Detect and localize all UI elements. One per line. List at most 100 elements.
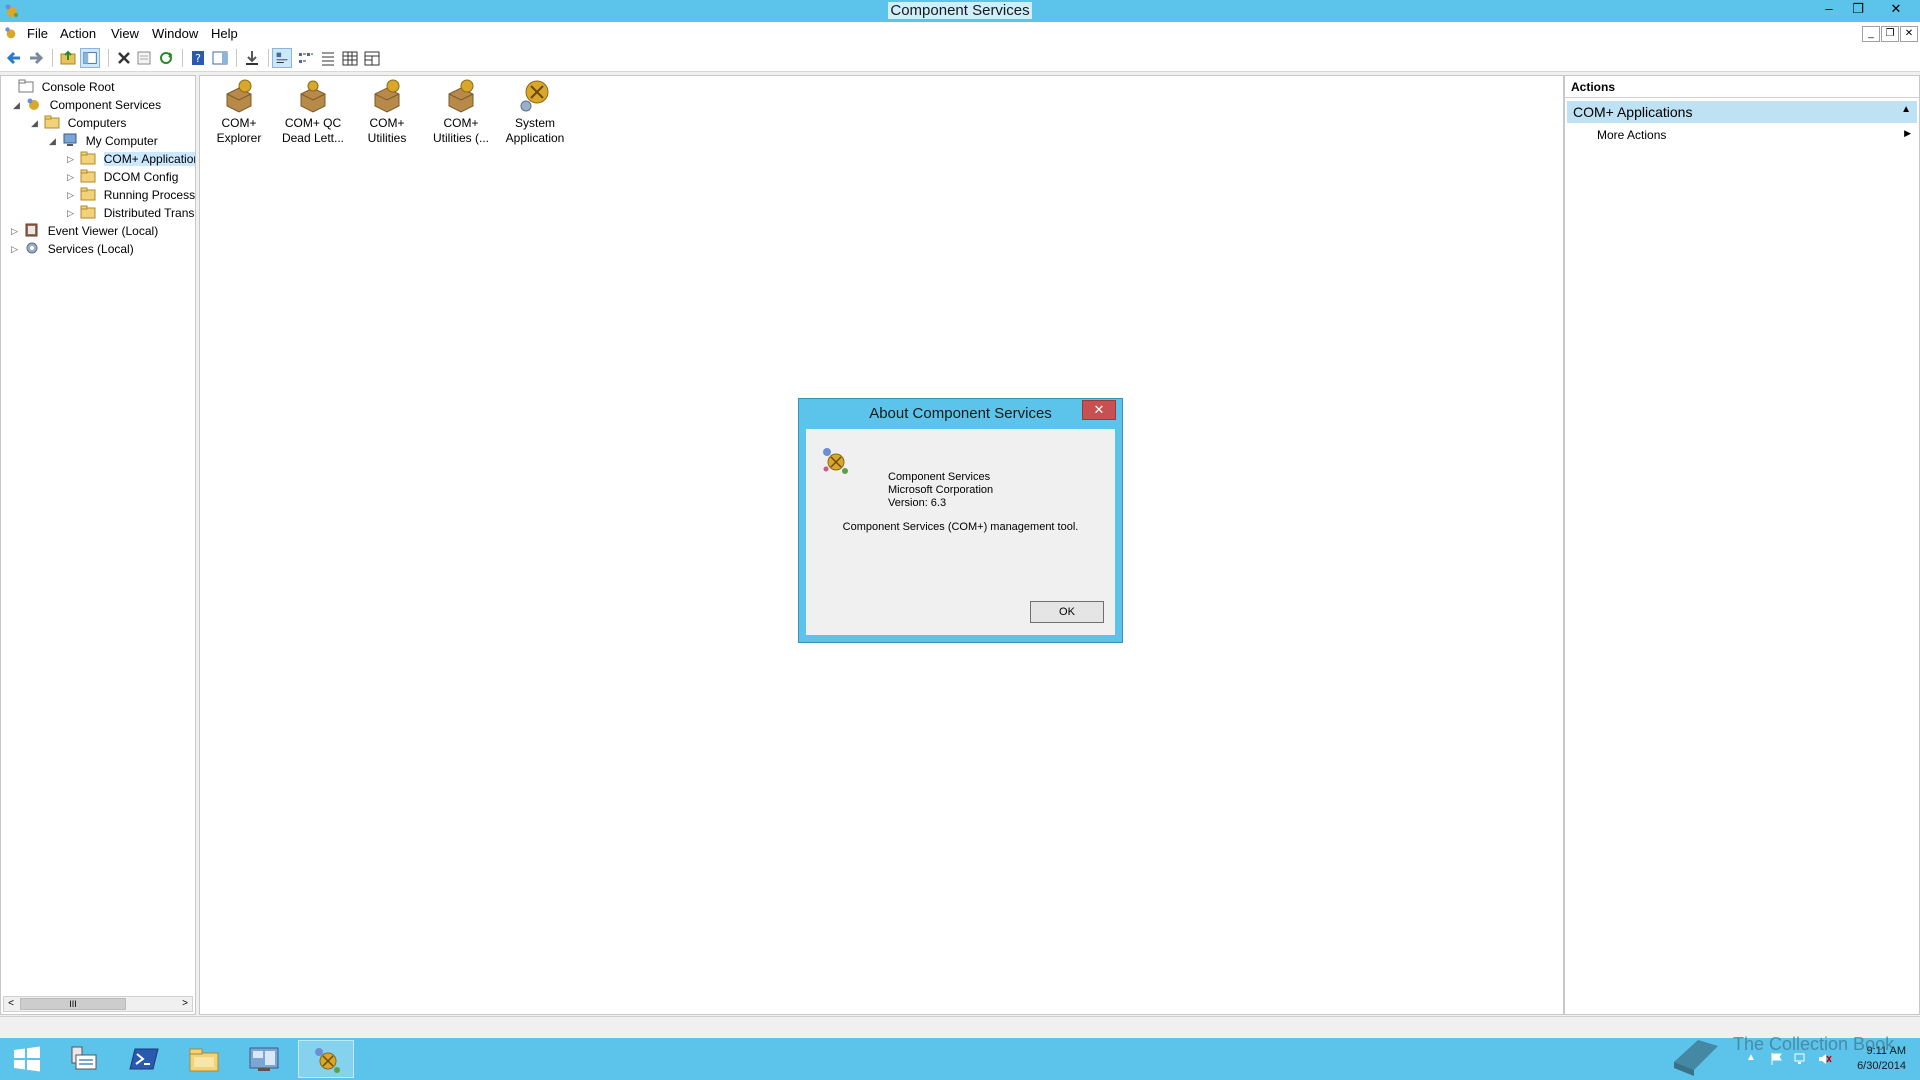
windows-logo-icon	[14, 1046, 40, 1072]
book-logo-icon	[1674, 1040, 1718, 1076]
system-menu-icon[interactable]	[4, 26, 18, 40]
taskbar-component-services[interactable]	[298, 1040, 354, 1078]
tree-item-distributed-transaction-coordinator[interactable]: ▷ Distributed Transaction Coordinator	[67, 204, 195, 222]
show-hide-action-pane-icon[interactable]	[210, 48, 230, 68]
small-icons-view-icon[interactable]	[296, 48, 316, 68]
restore-button[interactable]: ❐	[1845, 0, 1871, 20]
com-package-icon	[300, 80, 326, 113]
close-button[interactable]: ✕	[1880, 0, 1912, 20]
window-title: Component Services	[888, 2, 1032, 19]
help-icon[interactable]: ?	[188, 48, 208, 68]
menu-bar: File Action View Window Help _ ❐ ✕	[0, 22, 1920, 44]
up-folder-icon[interactable]	[58, 48, 78, 68]
actions-header: Actions	[1565, 76, 1919, 98]
detail-view-icon[interactable]	[340, 48, 360, 68]
folder-icon	[80, 187, 96, 201]
clock-date: 6/30/2014	[1857, 1060, 1906, 1072]
expand-arrow-icon[interactable]: ▷	[67, 186, 77, 204]
computer-icon	[63, 133, 77, 146]
folder-icon	[44, 115, 60, 129]
tree-item-console-root[interactable]: Console Root	[5, 78, 114, 96]
export-list-icon[interactable]	[242, 48, 262, 68]
more-actions-link[interactable]: More Actions	[1597, 128, 1666, 142]
submenu-arrow-icon: ▶	[1904, 128, 1911, 138]
scroll-right-arrow[interactable]: >	[178, 997, 192, 1011]
expand-arrow-icon[interactable]: ▷	[67, 168, 77, 186]
forward-icon[interactable]	[26, 48, 46, 68]
server-manager-icon	[71, 1046, 97, 1070]
taskbar-powershell[interactable]	[116, 1040, 172, 1078]
tree-item-component-services[interactable]: ◢ Component Services	[13, 96, 161, 114]
actions-section-com-applications[interactable]: COM+ Applications ▲	[1567, 101, 1917, 123]
folder-icon	[18, 79, 34, 93]
collapse-arrow-icon[interactable]: ◢	[13, 96, 23, 114]
taskbar-file-explorer[interactable]	[176, 1040, 232, 1078]
tree-item-dcom-config[interactable]: ▷ DCOM Config	[67, 168, 178, 186]
refresh-icon[interactable]	[156, 48, 176, 68]
file-explorer-icon	[189, 1048, 219, 1072]
menu-help[interactable]: Help	[211, 26, 238, 41]
item-system-application[interactable]: System Application	[500, 78, 570, 146]
menu-window[interactable]: Window	[152, 26, 198, 41]
event-viewer-icon	[25, 223, 38, 237]
item-com-utilities-32[interactable]: COM+ Utilities (...	[426, 78, 496, 146]
taskbar-server-manager[interactable]	[56, 1040, 112, 1078]
show-hide-tree-icon[interactable]	[80, 48, 100, 68]
list-view-icon[interactable]	[318, 48, 338, 68]
folder-icon	[80, 205, 96, 219]
expand-arrow-icon[interactable]: ▷	[11, 240, 21, 258]
menu-view[interactable]: View	[111, 26, 139, 41]
expand-arrow-icon[interactable]: ▷	[67, 150, 77, 168]
watermark-text: The Collection Book	[1733, 1034, 1895, 1054]
expand-arrow-icon[interactable]: ▷	[11, 222, 21, 240]
dialog-product-name: Component Services	[888, 471, 991, 483]
taskpad-view-icon[interactable]	[362, 48, 382, 68]
tree-item-event-viewer[interactable]: ▷ Event Viewer (Local)	[11, 222, 158, 240]
expand-arrow-icon[interactable]: ▷	[67, 204, 77, 222]
console-tree[interactable]: Console Root ◢ Component Services ◢ Comp…	[0, 75, 196, 1015]
taskbar: ▲ 9:11 AM 6/30/2014	[0, 1038, 1920, 1080]
title-bar: Component Services – ❐ ✕	[0, 0, 1920, 22]
collapse-section-icon[interactable]: ▲	[1901, 104, 1911, 115]
mdi-restore-button[interactable]: ❐	[1881, 26, 1899, 42]
mdi-minimize-button[interactable]: _	[1862, 26, 1880, 42]
dialog-description: Component Services (COM+) management too…	[842, 521, 1079, 533]
item-com-qc-dead-letter[interactable]: COM+ QC Dead Lett...	[278, 78, 348, 146]
svg-text:?: ?	[195, 52, 201, 65]
item-com-utilities[interactable]: COM+ Utilities	[352, 78, 422, 146]
tree-item-computers[interactable]: ◢ Computers	[31, 114, 126, 132]
component-services-icon	[823, 448, 848, 474]
tree-item-com-applications[interactable]: ▷ COM+ Applications	[67, 150, 195, 168]
taskbar-control-panel[interactable]	[236, 1040, 292, 1078]
tree-item-services[interactable]: ▷ Services (Local)	[11, 240, 134, 258]
item-com-explorer[interactable]: COM+ Explorer	[204, 78, 274, 146]
mdi-close-button[interactable]: ✕	[1900, 26, 1918, 42]
scroll-left-arrow[interactable]: <	[4, 997, 18, 1011]
powershell-icon	[129, 1048, 159, 1070]
dialog-close-button[interactable]: ✕	[1082, 400, 1116, 420]
start-button[interactable]	[0, 1040, 56, 1078]
component-services-icon	[315, 1048, 340, 1073]
gear-icon	[26, 242, 38, 254]
menu-action[interactable]: Action	[60, 26, 96, 41]
tree-item-my-computer[interactable]: ◢ My Computer	[49, 132, 158, 150]
back-icon[interactable]	[4, 48, 24, 68]
tree-horizontal-scrollbar[interactable]: < III >	[3, 996, 193, 1012]
menu-file[interactable]: File	[27, 26, 48, 41]
properties-icon[interactable]	[134, 48, 154, 68]
com-package-icon	[448, 79, 474, 113]
minimize-button[interactable]: –	[1816, 0, 1842, 20]
dialog-company: Microsoft Corporation	[888, 484, 994, 496]
dialog-version: Version: 6.3	[888, 497, 947, 509]
folder-icon	[80, 169, 96, 183]
ok-button[interactable]: OK	[1030, 601, 1104, 623]
system-application-icon	[520, 80, 549, 112]
delete-icon[interactable]	[114, 48, 134, 68]
status-bar	[0, 1016, 1920, 1038]
scroll-thumb[interactable]: III	[20, 998, 126, 1010]
large-icons-view-icon[interactable]	[272, 48, 292, 68]
dialog-body: Component Services Microsoft Corporation…	[806, 429, 1115, 635]
collapse-arrow-icon[interactable]: ◢	[31, 114, 41, 132]
collapse-arrow-icon[interactable]: ◢	[49, 132, 59, 150]
tree-item-running-processes[interactable]: ▷ Running Processes	[67, 186, 195, 204]
